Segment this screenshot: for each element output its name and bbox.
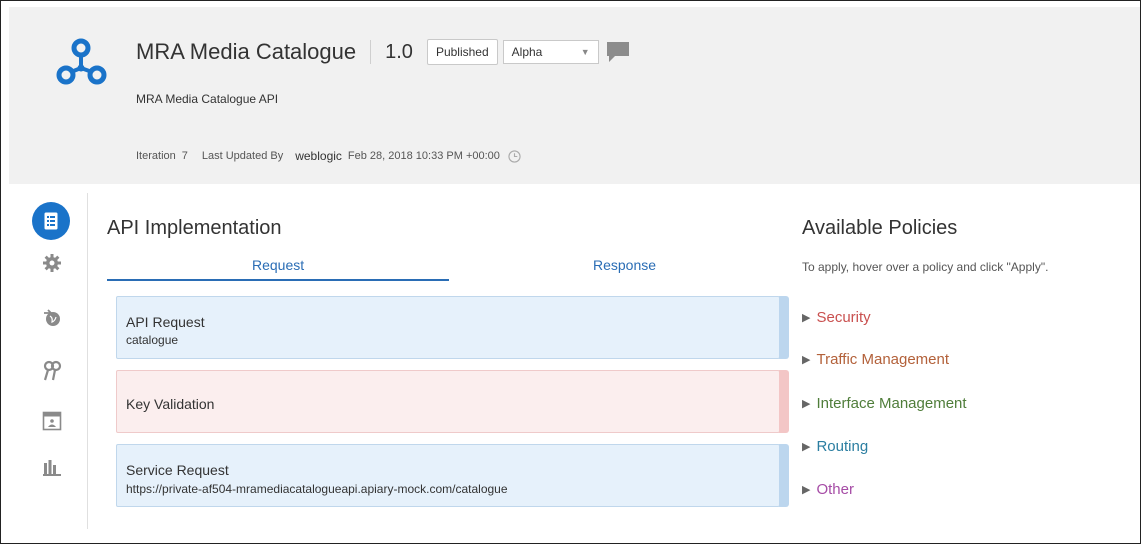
last-updated-label: Last Updated By xyxy=(201,150,284,162)
policies-help-text: To apply, hover over a policy and click … xyxy=(802,260,1049,274)
document-list-icon xyxy=(44,212,58,230)
chevron-down-icon: ▼ xyxy=(580,47,590,57)
card-subtitle: catalogue xyxy=(126,333,179,347)
policy-label: Traffic Management xyxy=(816,351,950,368)
last-updated-user: weblogic xyxy=(295,149,342,163)
nav-deployments[interactable] xyxy=(32,298,72,338)
service-request-card[interactable]: Service Request https://private-af504-mr… xyxy=(116,444,789,507)
card-title: API Request xyxy=(126,314,205,330)
nav-registrations[interactable] xyxy=(32,401,72,441)
policy-label: Other xyxy=(816,481,854,498)
nav-grants[interactable] xyxy=(32,351,72,391)
tab-request[interactable]: Request xyxy=(252,257,304,273)
title-row: MRA Media Catalogue 1.0 Published Alpha … xyxy=(136,37,631,67)
api-request-card[interactable]: API Request catalogue xyxy=(116,296,789,359)
card-subtitle: https://private-af504-mramediacataloguea… xyxy=(126,482,508,496)
iteration-label: Iteration xyxy=(136,150,176,162)
section-title: API Implementation xyxy=(107,217,282,239)
card-title: Service Request xyxy=(126,462,229,478)
portal-icon xyxy=(42,411,62,431)
expand-triangle-icon: ▶ xyxy=(802,398,811,410)
policy-security[interactable]: ▶ Security xyxy=(802,309,871,326)
globe-arrow-icon xyxy=(44,309,60,326)
nav-implementation[interactable] xyxy=(31,201,71,241)
expand-triangle-icon: ▶ xyxy=(802,441,811,453)
nav-divider xyxy=(87,193,88,529)
api-description: MRA Media Catalogue API xyxy=(136,92,279,106)
request-response-tabs: Request Response xyxy=(107,253,777,283)
stage-select[interactable]: Alpha ▼ xyxy=(502,40,599,64)
active-tab-indicator xyxy=(107,279,449,281)
title-separator xyxy=(370,40,372,64)
expand-triangle-icon: ▶ xyxy=(802,354,811,366)
policy-label: Interface Management xyxy=(816,395,967,412)
nav-active-indicator xyxy=(32,202,70,240)
expand-triangle-icon: ▶ xyxy=(802,312,811,324)
card-title: Key Validation xyxy=(126,396,215,412)
api-version: 1.0 xyxy=(385,40,413,63)
policy-other[interactable]: ▶ Other xyxy=(802,481,854,498)
keys-icon xyxy=(43,360,62,381)
expand-triangle-icon: ▶ xyxy=(802,484,811,496)
policy-traffic-management[interactable]: ▶ Traffic Management xyxy=(802,351,949,368)
iteration-value: 7 xyxy=(181,150,188,162)
tab-response[interactable]: Response xyxy=(593,257,656,273)
api-header: MRA Media Catalogue 1.0 Published Alpha … xyxy=(9,7,1140,184)
published-button[interactable]: Published xyxy=(426,39,498,65)
policy-routing[interactable]: ▶ Routing xyxy=(802,438,868,455)
stage-select-value: Alpha xyxy=(511,45,543,59)
clock-icon[interactable] xyxy=(508,149,521,163)
page-frame: MRA Media Catalogue 1.0 Published Alpha … xyxy=(0,0,1141,544)
bar-chart-icon xyxy=(43,460,61,476)
meta-row: Iteration 7 Last Updated By weblogic Feb… xyxy=(136,149,521,163)
comment-icon[interactable] xyxy=(605,40,631,64)
nav-settings[interactable] xyxy=(32,243,72,283)
gear-icon xyxy=(43,254,61,272)
api-name: MRA Media Catalogue xyxy=(136,39,357,64)
api-logo-icon xyxy=(56,38,107,85)
policies-title: Available Policies xyxy=(802,217,958,239)
key-validation-card[interactable]: Key Validation xyxy=(116,370,789,433)
policy-label: Security xyxy=(816,309,871,326)
last-updated-timestamp: Feb 28, 2018 10:33 PM +00:00 xyxy=(347,150,500,162)
policy-interface-management[interactable]: ▶ Interface Management xyxy=(802,395,967,412)
policy-label: Routing xyxy=(816,438,869,455)
nav-analytics[interactable] xyxy=(32,447,72,487)
